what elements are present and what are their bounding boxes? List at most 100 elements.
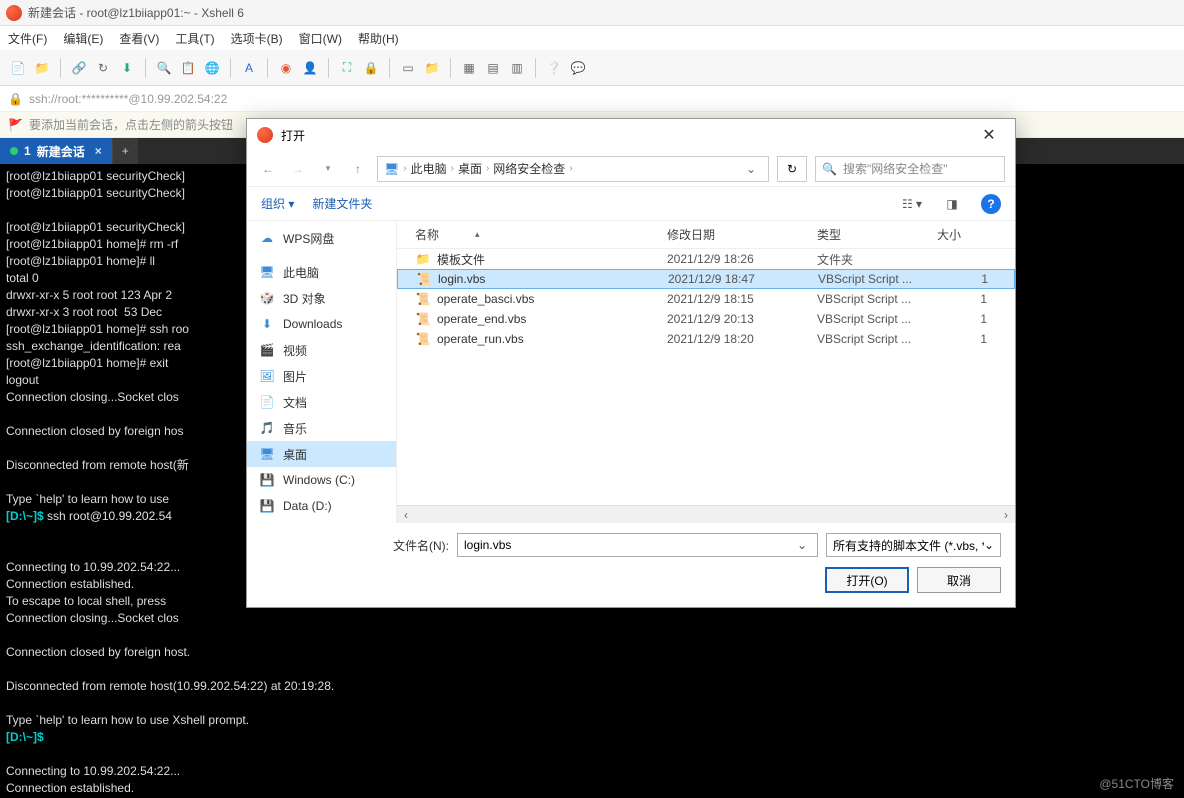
tb-folder-icon[interactable]: 📁 <box>422 58 442 78</box>
sidebar-item-3d[interactable]: 🎲3D 对象 <box>247 285 396 311</box>
tb-tile-icon[interactable]: ▦ <box>459 58 479 78</box>
tb-copy-icon[interactable]: 📋 <box>178 58 198 78</box>
sidebar-item-thispc[interactable]: 🖥此电脑 <box>247 259 396 285</box>
download-icon: ⬇ <box>259 316 275 332</box>
nav-recent-icon[interactable]: ▾ <box>317 158 339 180</box>
app-icon <box>6 5 22 21</box>
search-input[interactable]: 🔍 搜索"网络安全检查" <box>815 156 1005 182</box>
menu-tabs[interactable]: 选项卡(B) <box>231 30 283 47</box>
menu-tools[interactable]: 工具(T) <box>175 30 214 47</box>
file-row[interactable]: 📜operate_run.vbs 2021/12/9 18:20VBScript… <box>397 329 1015 349</box>
breadcrumb-item[interactable]: 桌面 <box>458 160 482 177</box>
nav-forward-icon[interactable]: → <box>287 158 309 180</box>
tb-open-icon[interactable]: 📁 <box>32 58 52 78</box>
col-size[interactable]: 大小 <box>937 226 987 243</box>
horizontal-scrollbar[interactable]: ‹ › <box>397 505 1015 523</box>
tb-search-icon[interactable]: 🔍 <box>154 58 174 78</box>
breadcrumb-item[interactable]: 网络安全检查 <box>493 160 565 177</box>
nav-refresh-button[interactable]: ↻ <box>777 156 807 182</box>
sidebar-item-desktop[interactable]: 🖥桌面 <box>247 441 396 467</box>
menu-file[interactable]: 文件(F) <box>8 30 47 47</box>
newfolder-button[interactable]: 新建文件夹 <box>312 195 372 212</box>
file-pane: 名称▴ 修改日期 类型 大小 📁模板文件 2021/12/9 18:26文件夹 … <box>397 221 1015 523</box>
menu-edit[interactable]: 编辑(E) <box>63 30 103 47</box>
open-button[interactable]: 打开(O) <box>825 567 909 593</box>
scroll-left-icon[interactable]: ‹ <box>397 508 415 522</box>
tb-swirl-icon[interactable]: ◉ <box>276 58 296 78</box>
tb-help-icon[interactable]: ❔ <box>544 58 564 78</box>
scroll-right-icon[interactable]: › <box>997 508 1015 522</box>
pc-icon: 🖥 <box>384 162 399 176</box>
tb-props-icon[interactable]: ⬇ <box>117 58 137 78</box>
menu-help[interactable]: 帮助(H) <box>358 30 399 47</box>
menu-window[interactable]: 窗口(W) <box>299 30 342 47</box>
info-text: 要添加当前会话，点击左侧的箭头按钮 <box>29 116 233 133</box>
dialog-close-button[interactable]: ✕ <box>973 125 1005 145</box>
nav-back-icon[interactable]: ← <box>257 158 279 180</box>
tab-add-button[interactable]: + <box>112 138 138 164</box>
preview-pane-icon[interactable]: ◨ <box>941 193 963 215</box>
tb-fullscreen-icon[interactable]: ⛶ <box>337 58 357 78</box>
breadcrumb-dropdown-icon[interactable]: ⌄ <box>740 162 762 176</box>
image-icon: 🖼 <box>259 368 275 384</box>
col-date[interactable]: 修改日期 <box>667 226 817 243</box>
tb-link-icon[interactable]: 🔗 <box>69 58 89 78</box>
address-text[interactable]: ssh://root:**********@10.99.202.54:22 <box>29 92 227 106</box>
session-tab[interactable]: 1 新建会话 × <box>0 138 112 164</box>
sidebar-item-video[interactable]: 🎬视频 <box>247 337 396 363</box>
tb-chat-icon[interactable]: 💬 <box>568 58 588 78</box>
sidebar: ☁WPS网盘 🖥此电脑 🎲3D 对象 ⬇Downloads 🎬视频 🖼图片 📄文… <box>247 221 397 523</box>
tb-cascade-icon[interactable]: ▤ <box>483 58 503 78</box>
filename-dropdown-icon[interactable]: ⌄ <box>793 538 811 552</box>
tb-reconnect-icon[interactable]: ↻ <box>93 58 113 78</box>
dialog-titlebar: 打开 ✕ <box>247 119 1015 151</box>
tb-font-icon[interactable]: A <box>239 58 259 78</box>
tb-globe-icon[interactable]: 🌐 <box>202 58 222 78</box>
script-icon: 📜 <box>416 271 432 287</box>
search-placeholder: 搜索"网络安全检查" <box>843 160 948 177</box>
sort-caret-icon: ▴ <box>475 229 480 240</box>
tb-new-icon[interactable]: 📄 <box>8 58 28 78</box>
breadcrumb-item[interactable]: 此电脑 <box>411 160 447 177</box>
tb-layout-icon[interactable]: ▥ <box>507 58 527 78</box>
sidebar-item-downloads[interactable]: ⬇Downloads <box>247 311 396 337</box>
col-name[interactable]: 名称▴ <box>397 226 667 243</box>
window-title: 新建会话 - root@lz1biiapp01:~ - Xshell 6 <box>28 4 244 21</box>
dialog-footer: 文件名(N): ⌄ 所有支持的脚本文件 (*.vbs, *.js ⌄ 打开(O)… <box>247 523 1015 607</box>
file-row[interactable]: 📜operate_end.vbs 2021/12/9 20:13VBScript… <box>397 309 1015 329</box>
sidebar-item-documents[interactable]: 📄文档 <box>247 389 396 415</box>
tb-user-icon[interactable]: 👤 <box>300 58 320 78</box>
tb-window-icon[interactable]: ▭ <box>398 58 418 78</box>
filename-label: 文件名(N): <box>261 537 449 554</box>
view-mode-icon[interactable]: ☷ ▾ <box>901 193 923 215</box>
tab-close-icon[interactable]: × <box>95 144 102 158</box>
organize-button[interactable]: 组织 ▾ <box>261 195 294 212</box>
dialog-app-icon <box>257 127 273 143</box>
sidebar-item-pictures[interactable]: 🖼图片 <box>247 363 396 389</box>
filename-input[interactable]: ⌄ <box>457 533 818 557</box>
watermark: @51CTO博客 <box>1099 775 1174 792</box>
cancel-button[interactable]: 取消 <box>917 567 1001 593</box>
sidebar-item-c-drive[interactable]: 💾Windows (C:) <box>247 467 396 493</box>
sidebar-item-d-drive[interactable]: 💾Data (D:) <box>247 493 396 519</box>
tb-sep <box>450 58 451 78</box>
sidebar-item-wps[interactable]: ☁WPS网盘 <box>247 225 396 251</box>
filename-field[interactable] <box>464 538 793 552</box>
folder-icon: 📁 <box>415 251 431 267</box>
dialog-body: ☁WPS网盘 🖥此电脑 🎲3D 对象 ⬇Downloads 🎬视频 🖼图片 📄文… <box>247 221 1015 523</box>
tb-sep <box>145 58 146 78</box>
filetype-select[interactable]: 所有支持的脚本文件 (*.vbs, *.js ⌄ <box>826 533 1001 557</box>
tb-lock-icon[interactable]: 🔒 <box>361 58 381 78</box>
tab-index: 1 <box>24 144 31 158</box>
file-row[interactable]: 📜login.vbs 2021/12/9 18:47VBScript Scrip… <box>397 269 1015 289</box>
breadcrumb[interactable]: 🖥 › 此电脑 › 桌面 › 网络安全检查 › ⌄ <box>377 156 769 182</box>
menu-view[interactable]: 查看(V) <box>119 30 159 47</box>
sidebar-item-music[interactable]: 🎵音乐 <box>247 415 396 441</box>
col-type[interactable]: 类型 <box>817 226 937 243</box>
status-dot-icon <box>10 147 18 155</box>
file-row[interactable]: 📁模板文件 2021/12/9 18:26文件夹 <box>397 249 1015 269</box>
file-row[interactable]: 📜operate_basci.vbs 2021/12/9 18:15VBScri… <box>397 289 1015 309</box>
nav-up-icon[interactable]: ↑ <box>347 158 369 180</box>
help-icon[interactable]: ? <box>981 194 1001 214</box>
file-list: 📁模板文件 2021/12/9 18:26文件夹 📜login.vbs 2021… <box>397 249 1015 505</box>
